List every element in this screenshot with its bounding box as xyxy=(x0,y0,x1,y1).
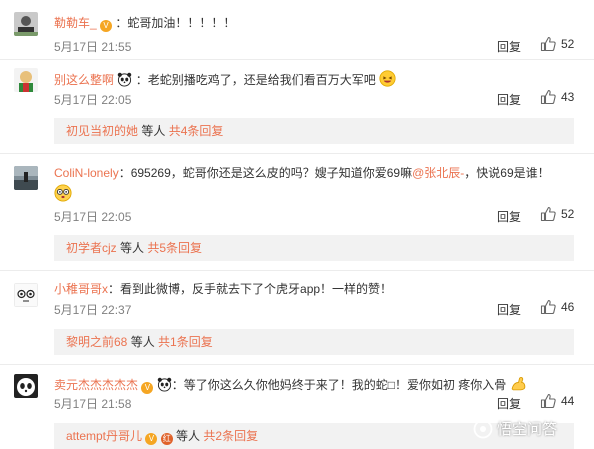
like-button[interactable]: 52 xyxy=(540,36,574,52)
username-link[interactable]: 卖元杰杰杰杰杰 xyxy=(54,378,138,392)
watermark-text: 悟空问答 xyxy=(497,421,558,438)
divider xyxy=(0,59,594,60)
sub-reply-user-link[interactable]: 黎明之前68 xyxy=(66,335,127,349)
sub-reply-user-link[interactable]: attempt丹哥儿 xyxy=(66,429,142,443)
comment-time: 5月17日 22:05 xyxy=(54,93,132,107)
reply-button[interactable]: 回复 xyxy=(497,301,521,318)
comment-text: 老蛇别播吃鸡了，还是给我们看百万大军吧 xyxy=(147,73,376,87)
comment-time: 5月17日 21:55 xyxy=(54,40,132,54)
comment-time: 5月17日 22:37 xyxy=(54,303,132,317)
separator: ： xyxy=(171,378,184,392)
like-count: 52 xyxy=(561,207,575,221)
sub-replies-bar[interactable]: 初学者cjz 等人 共5条回复 xyxy=(54,235,574,261)
comment-line: 小稚哥哥x：看到此微博，反手就去下了个虎牙app！一样的赞！ xyxy=(54,280,392,297)
comment-text: 看到此微博，反手就去下了个虎牙app！一样的赞！ xyxy=(120,282,393,296)
avatar[interactable] xyxy=(14,374,38,398)
sub-reply-count-link[interactable]: 共1条回复 xyxy=(158,335,213,349)
thumbs-up-icon xyxy=(540,393,556,409)
avatar[interactable] xyxy=(14,166,38,190)
separator: ： xyxy=(135,73,148,87)
sub-reply-etc: 等人 xyxy=(127,335,159,349)
reply-button[interactable]: 回复 xyxy=(497,395,521,412)
mention-link[interactable]: @张北辰- xyxy=(412,166,464,180)
like-button[interactable]: 52 xyxy=(540,206,574,222)
comment-line: 卖元杰杰杰杰杰 V ：等了你这么久你他妈终于来了！我的蛇□！爱你如初 疼你入骨 xyxy=(54,375,527,394)
thumbs-up-icon xyxy=(540,299,556,315)
thumbs-up-icon xyxy=(540,206,556,222)
shocked-face-icon xyxy=(54,184,72,202)
reply-button[interactable]: 回复 xyxy=(497,91,521,108)
like-button[interactable]: 43 xyxy=(540,89,574,105)
avatar[interactable] xyxy=(14,283,38,307)
laughing-face-icon xyxy=(379,70,396,87)
reply-button[interactable]: 回复 xyxy=(497,38,521,55)
comment-text: 蛇哥加油！！！！！ xyxy=(127,16,236,30)
vip-badge-icon: V xyxy=(145,433,158,445)
sub-reply-etc: 等人 xyxy=(172,429,204,443)
avatar[interactable] xyxy=(14,12,38,36)
username-link[interactable]: 勒勒车_ xyxy=(54,16,97,30)
sub-replies-bar[interactable]: 黎明之前68 等人 共1条回复 xyxy=(54,329,574,355)
like-count: 44 xyxy=(561,394,575,408)
comment-time: 5月17日 22:05 xyxy=(54,210,132,224)
sub-replies-bar[interactable]: 初见当初的她 等人 共4条回复 xyxy=(54,118,574,144)
like-count: 52 xyxy=(561,37,575,51)
sub-reply-user-link[interactable]: 初见当初的她 xyxy=(66,124,138,138)
avatar[interactable] xyxy=(14,68,38,92)
reply-button[interactable]: 回复 xyxy=(497,208,521,225)
divider xyxy=(0,153,594,154)
panda-icon xyxy=(118,72,132,87)
like-count: 43 xyxy=(561,90,575,104)
username-link[interactable]: 别这么整啊 xyxy=(54,73,114,87)
comment-line-2 xyxy=(54,184,72,202)
comment-line: 别这么整啊 ：老蛇别播吃鸡了，还是给我们看百万大军吧 xyxy=(54,70,396,88)
sub-reply-count-link[interactable]: 共4条回复 xyxy=(169,124,224,138)
wukong-logo-icon xyxy=(473,419,493,438)
vip-badge-icon: V xyxy=(100,20,113,32)
like-button[interactable]: 44 xyxy=(540,393,574,409)
separator: ： xyxy=(108,282,121,296)
sub-reply-etc: 等人 xyxy=(116,241,148,255)
comment-text: 695269，蛇哥你还是这么皮的吗？嫂子知道你爱69嘛 xyxy=(130,166,413,180)
sub-reply-count-link[interactable]: 共5条回复 xyxy=(147,241,202,255)
separator: ： xyxy=(118,166,131,180)
comment-line: 勒勒车_ V ：蛇哥加油！！！！！ xyxy=(54,14,235,32)
thumbs-up-icon xyxy=(540,36,556,52)
comment-text: 等了你这么久你他妈终于来了！我的蛇□！爱你如初 疼你入骨 xyxy=(183,378,507,392)
thumbs-up-icon xyxy=(540,89,556,105)
comment-text-end: ，快说69是谁！ xyxy=(464,166,550,180)
divider xyxy=(0,364,594,365)
like-count: 46 xyxy=(561,300,575,314)
like-button[interactable]: 46 xyxy=(540,299,574,315)
flexed-arm-icon xyxy=(511,377,525,391)
watermark: 悟空问答 xyxy=(473,418,557,439)
username-link[interactable]: 小稚哥哥x xyxy=(54,282,108,296)
panda-icon xyxy=(157,377,171,392)
sub-reply-user-link[interactable]: 初学者cjz xyxy=(66,241,117,255)
sub-reply-etc: 等人 xyxy=(138,124,169,138)
sub-reply-count-link[interactable]: 共2条回复 xyxy=(203,429,258,443)
comment-line: ColiN-lonely：695269，蛇哥你还是这么皮的吗？嫂子知道你爱69嘛… xyxy=(54,164,550,181)
comment-time: 5月17日 21:58 xyxy=(54,397,132,411)
vip-badge-icon: V xyxy=(141,382,154,394)
username-link[interactable]: ColiN-lonely xyxy=(54,166,119,180)
divider xyxy=(0,270,594,271)
red-badge-icon: 红 xyxy=(160,433,173,445)
separator: ： xyxy=(115,16,128,30)
